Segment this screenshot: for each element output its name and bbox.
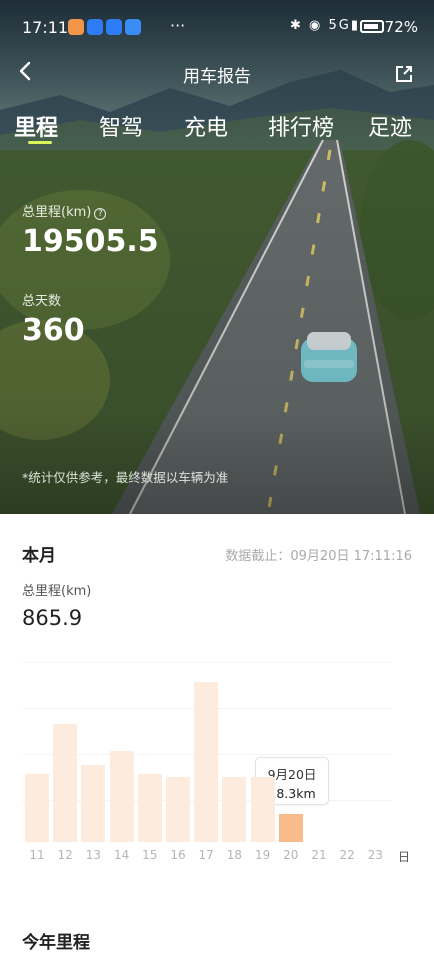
month-mileage-value: 865.9 [22, 606, 83, 630]
data-cutoff-time: 数据截止：09月20日 17:11:16 [225, 549, 412, 564]
status-time: 17:11 [22, 18, 69, 37]
battery-icon [360, 20, 384, 33]
share-button[interactable] [394, 64, 414, 88]
battery-percent: 72% [384, 18, 418, 36]
active-tab-indicator [28, 141, 52, 144]
year-section-title: 今年里程 [22, 933, 90, 953]
x-tick-label: 20 [283, 848, 299, 862]
app-notification-icon [68, 19, 84, 35]
grid-line [22, 662, 392, 663]
network-type: 5G [328, 18, 351, 33]
tab-smart-drive[interactable]: 智驾 [99, 110, 143, 142]
chart-bar[interactable] [250, 776, 275, 842]
tab-label: 智驾 [99, 116, 144, 141]
chart-bar[interactable] [222, 776, 247, 842]
total-days-label: 总天数 [22, 294, 62, 309]
daily-mileage-chart: 日 9月20日 18.3km 11 12 13 14 15 16 17 18 19 20 21 22 2… [22, 656, 418, 868]
tab-footprint[interactable]: 足迹 [368, 110, 412, 142]
x-axis-unit: 日 [398, 850, 411, 864]
tab-label: 排行榜 [268, 116, 335, 141]
question-circle-icon[interactable]: ? [94, 208, 107, 220]
x-tick-label: 14 [113, 848, 130, 862]
total-mileage-value: 19505.5 [22, 224, 159, 259]
disclaimer-note: *统计仅供参考，最终数据以车辆为准 [22, 470, 229, 485]
tab-leaderboard[interactable]: 排行榜 [268, 110, 334, 142]
chart-bar[interactable] [53, 724, 78, 842]
top-nav: 用车报告 [0, 56, 434, 92]
page-title: 用车报告 [183, 67, 251, 87]
chart-bar[interactable] [109, 750, 134, 842]
x-tick-label: 18 [226, 848, 243, 862]
month-section-title: 本月 [22, 546, 56, 566]
x-tick-label: 11 [29, 848, 45, 862]
x-tick-label: 23 [367, 848, 384, 862]
tab-label: 足迹 [368, 116, 413, 141]
app-notification-icon [87, 19, 103, 35]
chart-bar[interactable] [166, 776, 190, 842]
hero-banner: 17:11 ··· ✱ ◉ 5G▮ 72% 用车报告 里程 智驾 充电 排行榜 … [0, 0, 434, 514]
x-tick-label: 12 [57, 848, 73, 862]
tab-label: 里程 [14, 116, 59, 141]
chart-bar[interactable] [278, 813, 303, 842]
total-mileage-label: 总里程(km)? [22, 201, 107, 220]
chart-bar[interactable] [81, 764, 106, 842]
share-icon [396, 66, 412, 82]
app-notification-icon [125, 19, 141, 35]
x-tick-label: 13 [85, 848, 102, 862]
x-tick-label: 19 [254, 848, 271, 862]
app-notification-icon [106, 19, 122, 35]
chart-bar[interactable] [25, 773, 49, 842]
tab-label: 充电 [184, 116, 229, 141]
chart-bar[interactable] [194, 682, 219, 842]
notification-icons [68, 19, 141, 35]
x-tick-label: 17 [198, 848, 214, 862]
tab-mileage[interactable]: 里程 [14, 110, 59, 144]
x-tick-label: 15 [142, 848, 158, 862]
x-tick-label: 16 [170, 848, 186, 862]
tab-bar: 里程 智驾 充电 排行榜 足迹 [0, 110, 434, 150]
more-notifications-icon: ··· [170, 16, 186, 35]
month-mileage-label: 总里程(km) [22, 584, 92, 599]
signal-indicator: ✱ ◉ 5G▮ [289, 18, 360, 33]
x-tick-label: 22 [339, 848, 355, 862]
chart-bar[interactable] [137, 773, 162, 842]
total-days-value: 360 [22, 313, 85, 348]
total-mileage-label-text: 总里程(km) [22, 205, 92, 220]
x-tick-label: 21 [311, 848, 327, 862]
tab-charging[interactable]: 充电 [184, 110, 228, 142]
status-bar: 17:11 ··· ✱ ◉ 5G▮ 72% [0, 0, 434, 56]
